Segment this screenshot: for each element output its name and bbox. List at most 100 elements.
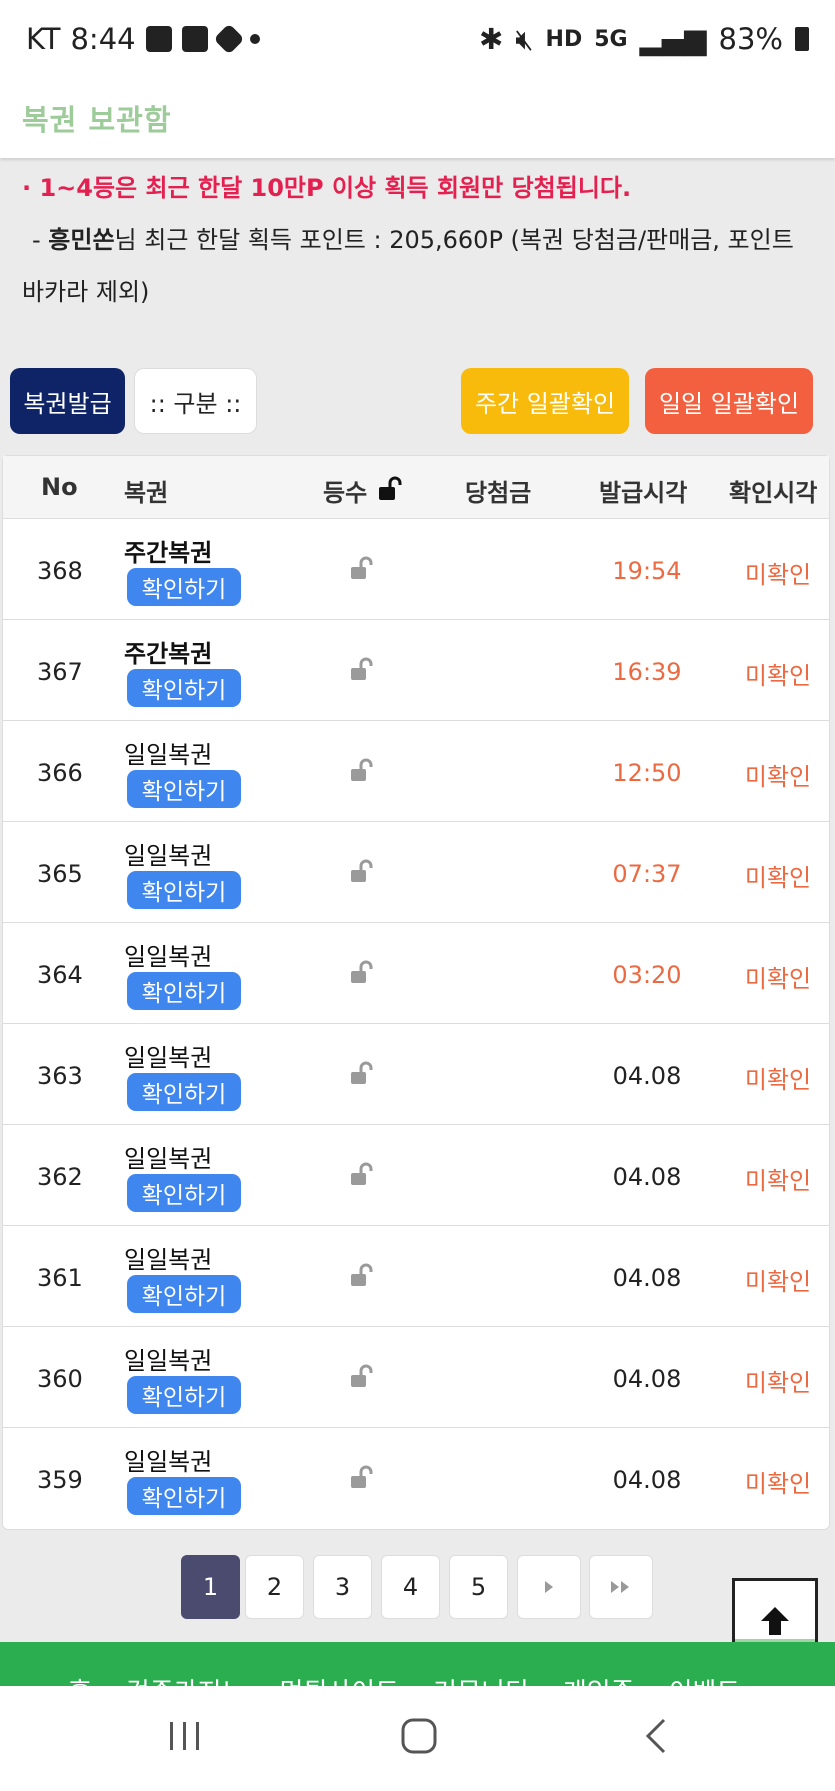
- row-check-status: 미확인: [744, 1470, 812, 1498]
- check-ticket-button[interactable]: 확인하기: [127, 1477, 241, 1515]
- row-no: 360: [37, 1365, 83, 1393]
- menu-verified-casino[interactable]: 검증카지노: [126, 1672, 246, 1686]
- check-ticket-button[interactable]: 확인하기: [127, 871, 241, 909]
- check-ticket-button[interactable]: 확인하기: [127, 1073, 241, 1111]
- gallery-icon: [145, 26, 172, 52]
- last-arrow-icon: [611, 1581, 629, 1593]
- row-check-status: 미확인: [744, 1268, 812, 1296]
- check-ticket-button[interactable]: 확인하기: [127, 972, 241, 1010]
- check-ticket-button[interactable]: 확인하기: [127, 669, 241, 707]
- row-no: 362: [37, 1163, 83, 1191]
- lock-open-icon: [351, 960, 373, 983]
- next-arrow-icon: [545, 1581, 553, 1593]
- page-1[interactable]: 1: [181, 1555, 240, 1619]
- lock-open-icon: [351, 859, 373, 882]
- table-row: 363 일일복권 확인하기 04.08 미확인: [3, 1024, 829, 1125]
- lock-open-icon: [351, 657, 373, 680]
- notice-dash: -: [32, 226, 49, 254]
- row-no: 361: [37, 1264, 83, 1292]
- lock-open-icon: [351, 758, 373, 781]
- row-no: 368: [37, 557, 83, 585]
- row-no: 365: [37, 860, 83, 888]
- bluetooth-icon: ✱: [478, 22, 504, 56]
- row-ticket-name: 일일복권: [124, 842, 213, 870]
- next-page-button[interactable]: [517, 1555, 581, 1619]
- row-ticket-name: 일일복권: [124, 1044, 213, 1072]
- row-issued-time: 12:50: [612, 759, 682, 787]
- hd-icon: HD: [545, 26, 583, 52]
- menu-home[interactable]: 홈: [68, 1672, 92, 1686]
- col-rank: 등수: [323, 479, 368, 507]
- row-issued-time: 19:54: [612, 557, 682, 585]
- last-page-button[interactable]: [589, 1555, 653, 1619]
- row-issued-time: 04.08: [612, 1163, 682, 1191]
- row-no: 359: [37, 1466, 83, 1494]
- col-no: No: [41, 473, 78, 501]
- menu-scam-sites[interactable]: 먹튀사이트: [280, 1672, 400, 1686]
- carrier-label: KT: [26, 22, 61, 56]
- row-issued-time: 04.08: [612, 1466, 682, 1494]
- lock-open-icon: [351, 1162, 373, 1185]
- check-ticket-button[interactable]: 확인하기: [127, 1174, 241, 1212]
- row-check-status: 미확인: [744, 561, 812, 589]
- col-checked: 확인시각: [729, 479, 818, 507]
- page-5[interactable]: 5: [449, 1555, 508, 1619]
- page-3[interactable]: 3: [313, 1555, 372, 1619]
- row-ticket-name: 일일복권: [124, 1145, 213, 1173]
- row-ticket-name: 일일복권: [124, 741, 213, 769]
- page-4[interactable]: 4: [381, 1555, 440, 1619]
- category-select[interactable]: :: 구분 ::: [134, 368, 257, 434]
- check-ticket-button[interactable]: 확인하기: [127, 1275, 241, 1313]
- row-check-status: 미확인: [744, 864, 812, 892]
- row-issued-time: 04.08: [612, 1264, 682, 1292]
- row-ticket-name: 주간복권: [124, 539, 213, 567]
- notice-line-2: - 흥민쏜님 최근 한달 획득 포인트 : 205,660P (복권 당첨금/판…: [22, 214, 822, 318]
- check-ticket-button[interactable]: 확인하기: [127, 770, 241, 808]
- row-check-status: 미확인: [744, 763, 812, 791]
- lock-open-icon: [351, 556, 373, 579]
- row-ticket-name: 주간복권: [124, 640, 213, 668]
- weekly-bulk-check-button[interactable]: 주간 일괄확인: [461, 368, 629, 434]
- row-ticket-name: 일일복권: [124, 1246, 213, 1274]
- back-icon[interactable]: [636, 1716, 676, 1756]
- action-bar: 복권발급 :: 구분 :: 주간 일괄확인 일일 일괄확인: [10, 368, 825, 434]
- col-prize: 당첨금: [465, 479, 532, 507]
- notice-box: · 1~4등은 최근 한달 10만P 이상 획득 회원만 당첨됩니다. - 흥민…: [22, 162, 822, 318]
- lock-open-icon: [351, 1364, 373, 1387]
- col-issued: 발급시각: [599, 479, 688, 507]
- table-row: 362 일일복권 확인하기 04.08 미확인: [3, 1125, 829, 1226]
- page-2[interactable]: 2: [245, 1555, 304, 1619]
- checkbox-icon: [181, 26, 208, 52]
- arrow-up-icon: [761, 1607, 789, 1635]
- mute-icon: 🔇︎: [515, 21, 534, 56]
- row-no: 364: [37, 961, 83, 989]
- row-no: 367: [37, 658, 83, 686]
- site-menu-bar: 홈 검증카지노 먹튀사이트 커뮤니티 게임존 이벤트: [0, 1642, 835, 1686]
- clock: 8:44: [70, 22, 136, 56]
- daily-bulk-check-button[interactable]: 일일 일괄확인: [645, 368, 813, 434]
- lottery-table: No 복권 등수 당첨금 발급시각 확인시각 368 주간복권 확인하기 19:54 미…: [2, 455, 830, 1530]
- table-row: 364 일일복권 확인하기 03:20 미확인: [3, 923, 829, 1024]
- menu-community[interactable]: 커뮤니티: [433, 1672, 529, 1686]
- menu-events[interactable]: 이벤트: [669, 1672, 741, 1686]
- home-icon[interactable]: [399, 1716, 439, 1756]
- row-check-status: 미확인: [744, 1066, 812, 1094]
- row-issued-time: 04.08: [612, 1365, 682, 1393]
- check-ticket-button[interactable]: 확인하기: [127, 568, 241, 606]
- issue-ticket-button[interactable]: 복권발급: [10, 368, 125, 434]
- system-nav-bar: [0, 1686, 835, 1791]
- menu-game-zone[interactable]: 게임존: [563, 1672, 635, 1686]
- battery-label: 83%: [718, 22, 783, 56]
- row-check-status: 미확인: [744, 1167, 812, 1195]
- recent-apps-icon[interactable]: [165, 1716, 205, 1756]
- page-title: 복권 보관함: [22, 103, 172, 137]
- pagination: 1 2 3 4 5: [0, 1555, 835, 1619]
- row-check-status: 미확인: [744, 1369, 812, 1397]
- check-ticket-button[interactable]: 확인하기: [127, 1376, 241, 1414]
- table-row: 366 일일복권 확인하기 12:50 미확인: [3, 721, 829, 822]
- row-ticket-name: 일일복권: [124, 943, 213, 971]
- naver-icon: [213, 23, 245, 55]
- row-ticket-name: 일일복권: [124, 1347, 213, 1375]
- user-name: 흥민쏜: [48, 226, 115, 254]
- table-header: No 복권 등수 당첨금 발급시각 확인시각: [3, 456, 829, 519]
